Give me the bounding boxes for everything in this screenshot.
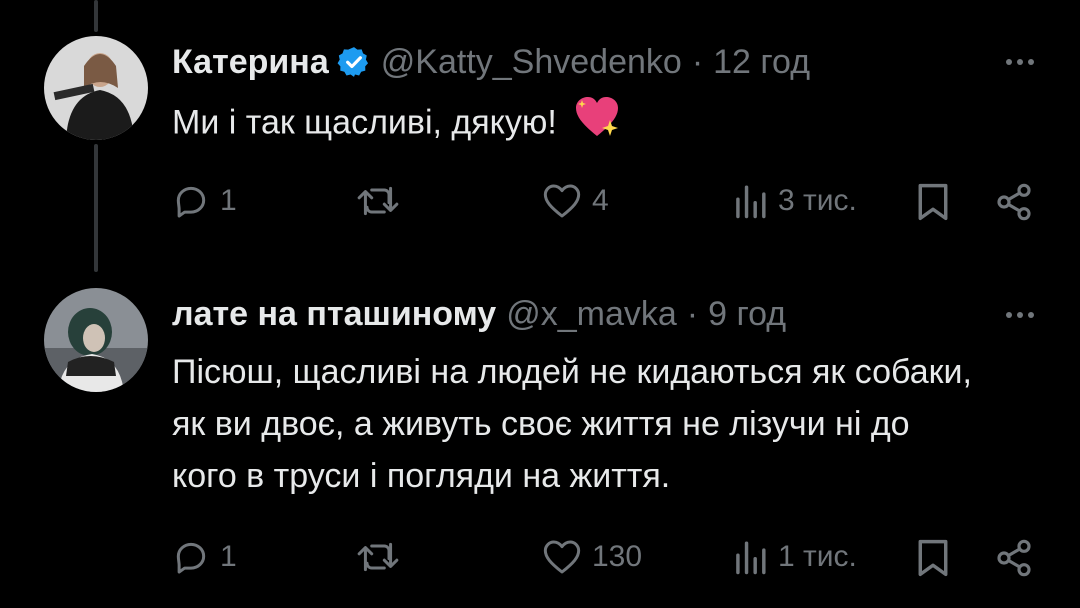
avatar[interactable]	[44, 36, 148, 140]
views-button[interactable]: 1 тис.	[732, 538, 857, 576]
more-icon[interactable]	[1006, 312, 1034, 318]
like-icon	[543, 184, 581, 218]
display-name[interactable]: Катерина	[172, 42, 329, 82]
like-icon	[543, 540, 581, 574]
tweet-header: лате на пташиному @x_mavka · 9 год	[172, 294, 786, 334]
like-button[interactable]: 130	[542, 538, 642, 576]
tweet-text-content: Пісюш, щасливі на людей не кидаються як …	[172, 353, 972, 495]
reply-icon	[176, 542, 206, 574]
tweet-text: Ми і так щасливі, дякую!	[172, 96, 1032, 153]
tweet-header: Катерина @Katty_Shvedenko · 12 год	[172, 42, 810, 82]
separator-dot: ·	[686, 295, 699, 333]
retweet-button[interactable]	[356, 538, 400, 576]
handle[interactable]: @Katty_Shvedenko	[381, 42, 682, 82]
avatar[interactable]	[44, 288, 148, 392]
tweet[interactable]: лате на пташиному @x_mavka · 9 год Пісюш…	[0, 272, 1080, 608]
tweet-text: Пісюш, щасливі на людей не кидаються як …	[172, 346, 972, 502]
verified-badge-icon	[337, 45, 371, 79]
share-button[interactable]	[994, 182, 1034, 222]
handle[interactable]: @x_mavka	[506, 294, 677, 334]
share-icon	[997, 183, 1031, 221]
bookmark-icon	[918, 539, 948, 577]
share-button[interactable]	[994, 538, 1034, 578]
separator-dot: ·	[691, 43, 704, 81]
timestamp[interactable]: 12 год	[713, 42, 810, 82]
retweet-button[interactable]	[356, 182, 400, 220]
views-icon	[736, 185, 766, 219]
views-icon	[736, 541, 766, 575]
sparkling-heart-emoji	[574, 96, 620, 153]
views-button[interactable]: 3 тис.	[732, 182, 857, 220]
views-count: 3 тис.	[778, 184, 857, 217]
views-count: 1 тис.	[778, 540, 857, 573]
like-count: 4	[592, 184, 609, 217]
reply-icon	[176, 186, 206, 218]
timestamp[interactable]: 9 год	[708, 294, 786, 334]
retweet-icon	[357, 542, 399, 572]
reply-count: 1	[220, 540, 237, 573]
bookmark-icon	[918, 183, 948, 221]
like-count: 130	[592, 540, 643, 573]
bookmark-button[interactable]	[916, 182, 950, 222]
tweet-text-content: Ми і так щасливі, дякую!	[172, 103, 557, 142]
reply-button[interactable]: 1	[172, 538, 237, 576]
like-button[interactable]: 4	[542, 182, 609, 220]
display-name[interactable]: лате на пташиному	[172, 294, 496, 334]
tweet-actions: 1 130 1 тис.	[0, 534, 1080, 584]
bookmark-button[interactable]	[916, 538, 950, 578]
reply-button[interactable]: 1	[172, 182, 237, 220]
tweet-actions: 1 4 3 тис.	[0, 178, 1080, 228]
share-icon	[997, 539, 1031, 577]
retweet-icon	[357, 186, 399, 216]
reply-count: 1	[220, 184, 237, 217]
tweet[interactable]: Катерина @Katty_Shvedenko · 12 год Ми і …	[0, 0, 1080, 272]
more-icon[interactable]	[1006, 59, 1034, 65]
